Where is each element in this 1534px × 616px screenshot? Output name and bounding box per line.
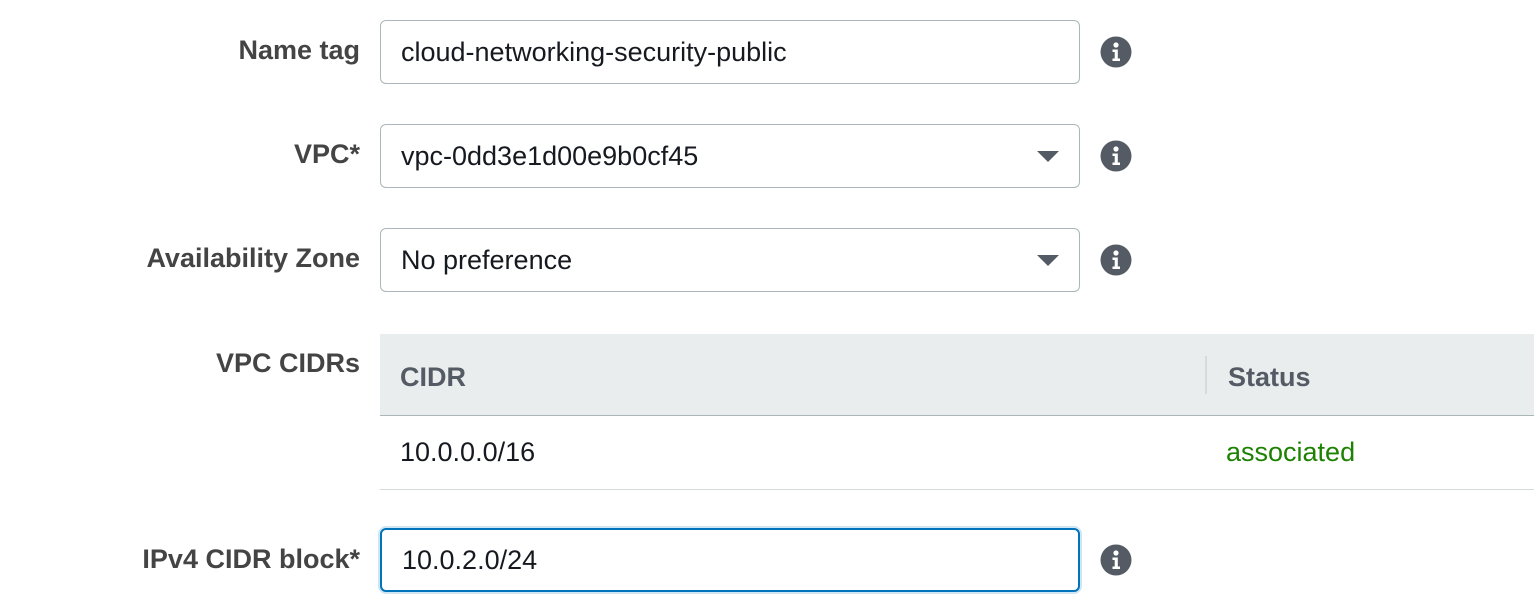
info-icon[interactable] bbox=[1100, 544, 1132, 576]
column-divider[interactable] bbox=[1205, 356, 1207, 394]
vpc-cidrs-table: CIDR Status 10.0.0.0/16 associated bbox=[380, 334, 1534, 490]
ipv4-cidr-block-field[interactable] bbox=[380, 528, 1080, 592]
info-icon[interactable] bbox=[1100, 36, 1132, 68]
create-subnet-form: Name tag VPC* vpc-0dd3e1d00e9b0cf45 Avai… bbox=[0, 0, 1534, 616]
name-tag-field[interactable] bbox=[380, 20, 1080, 84]
vpc-label: VPC* bbox=[293, 139, 360, 169]
availability-zone-select[interactable]: No preference bbox=[380, 228, 1080, 292]
vpc-cidrs-label: VPC CIDRs bbox=[215, 348, 360, 378]
name-tag-input[interactable] bbox=[401, 36, 1041, 68]
ipv4-cidr-block-label: IPv4 CIDR block* bbox=[142, 544, 360, 574]
availability-zone-label: Availability Zone bbox=[146, 243, 360, 273]
chevron-down-icon bbox=[1037, 254, 1059, 266]
vpc-select[interactable]: vpc-0dd3e1d00e9b0cf45 bbox=[380, 124, 1080, 188]
cidr-cell: 10.0.0.0/16 bbox=[400, 437, 536, 467]
column-header-cidr[interactable]: CIDR bbox=[400, 334, 466, 416]
info-icon[interactable] bbox=[1100, 140, 1132, 172]
column-header-status[interactable]: Status bbox=[1228, 334, 1311, 416]
name-tag-label: Name tag bbox=[238, 35, 360, 65]
chevron-down-icon bbox=[1037, 150, 1059, 162]
info-icon[interactable] bbox=[1100, 244, 1132, 276]
availability-zone-selected-value: No preference bbox=[401, 244, 573, 275]
table-header: CIDR Status bbox=[380, 334, 1534, 416]
vpc-selected-value: vpc-0dd3e1d00e9b0cf45 bbox=[401, 140, 699, 171]
ipv4-cidr-block-input[interactable] bbox=[402, 544, 1042, 576]
status-cell: associated bbox=[1226, 437, 1356, 467]
table-row: 10.0.0.0/16 associated bbox=[380, 416, 1534, 490]
